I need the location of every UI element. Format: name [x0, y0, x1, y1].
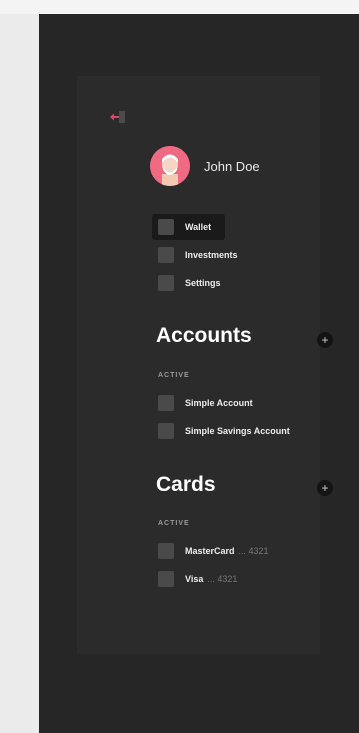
plus-icon: +	[321, 481, 329, 495]
nav-item-label: Settings	[185, 278, 221, 288]
account-label: Simple Account	[185, 398, 253, 408]
nav-item-wallet[interactable]: Wallet	[152, 214, 226, 240]
account-item-simple-account[interactable]: Simple Account	[152, 390, 267, 416]
card-item-mastercard[interactable]: MasterCard ... 4321	[152, 538, 283, 564]
card-item-visa[interactable]: Visa ... 4321	[152, 566, 251, 592]
investments-icon	[158, 247, 174, 263]
settings-icon	[158, 275, 174, 291]
card-icon	[158, 571, 174, 587]
left-pane	[0, 14, 39, 733]
card-number-suffix: ... 4321	[207, 574, 238, 584]
account-item-simple-savings-account[interactable]: Simple Savings Account	[152, 418, 304, 444]
card-label: MasterCard	[185, 546, 235, 556]
user-name: John Doe	[204, 159, 260, 174]
card-label: Visa	[185, 574, 204, 584]
cards-title: Cards	[156, 473, 216, 496]
add-card-button[interactable]: +	[317, 480, 333, 496]
account-icon	[158, 423, 174, 439]
accounts-subhead: ACTIVE	[158, 372, 190, 379]
cards-subhead: ACTIVE	[158, 520, 190, 527]
add-account-button[interactable]: +	[317, 332, 333, 348]
nav-item-settings[interactable]: Settings	[152, 270, 235, 296]
account-label: Simple Savings Account	[185, 426, 290, 436]
plus-icon: +	[321, 333, 329, 347]
user-avatar[interactable]	[150, 146, 190, 186]
wallet-icon	[158, 219, 174, 235]
account-icon	[158, 395, 174, 411]
nav-item-label: Investments	[185, 250, 238, 260]
logout-icon[interactable]	[110, 110, 126, 124]
card-icon	[158, 543, 174, 559]
top-strip	[0, 0, 359, 14]
card-number-suffix: ... 4321	[238, 546, 269, 556]
nav-item-investments[interactable]: Investments	[152, 242, 252, 268]
nav-item-label: Wallet	[185, 222, 212, 232]
accounts-title: Accounts	[156, 324, 252, 347]
avatar-illustration-icon	[150, 146, 190, 186]
